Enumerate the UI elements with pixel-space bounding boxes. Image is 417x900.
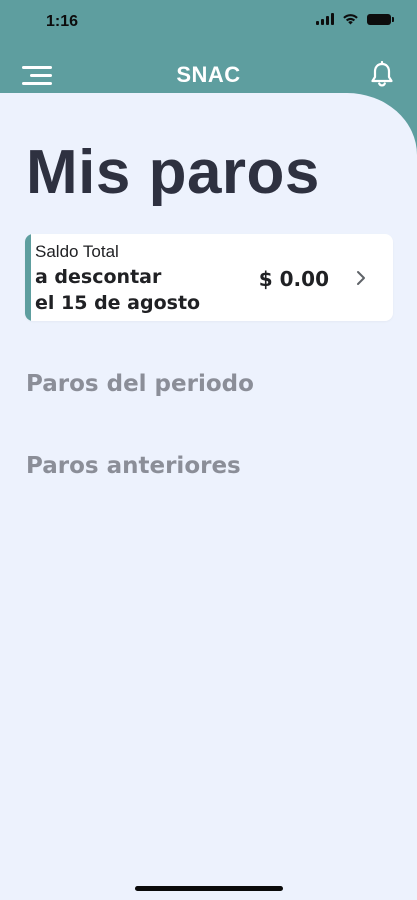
status-bar: 1:16 bbox=[0, 0, 417, 46]
balance-card[interactable]: Saldo Total a descontar el 15 de agosto … bbox=[25, 234, 393, 321]
status-icons bbox=[316, 13, 394, 25]
chevron-right-icon bbox=[357, 271, 365, 285]
balance-amount: $ 0.00 bbox=[258, 267, 329, 291]
content-area: Mis paros Saldo Total a descontar el 15 … bbox=[0, 93, 417, 900]
section-paros-del-periodo[interactable]: Paros del periodo bbox=[26, 371, 254, 397]
app-screen: 1:16 SNAC Mis paros Saldo Total a descon… bbox=[0, 0, 417, 900]
balance-card-accent bbox=[25, 234, 31, 321]
battery-icon bbox=[367, 13, 394, 25]
app-title: SNAC bbox=[176, 62, 241, 87]
page-title: Mis paros bbox=[26, 138, 320, 207]
section-paros-anteriores[interactable]: Paros anteriores bbox=[26, 453, 241, 479]
balance-description-line1: a descontar bbox=[35, 266, 162, 288]
wifi-icon bbox=[343, 14, 358, 25]
signal-icon bbox=[316, 13, 334, 25]
home-indicator[interactable] bbox=[135, 886, 283, 891]
nav-bar: SNAC bbox=[0, 46, 417, 96]
balance-description-line2: el 15 de agosto bbox=[35, 292, 201, 314]
status-time: 1:16 bbox=[46, 13, 79, 30]
bell-icon[interactable] bbox=[369, 61, 395, 89]
balance-label: Saldo Total bbox=[35, 242, 119, 261]
